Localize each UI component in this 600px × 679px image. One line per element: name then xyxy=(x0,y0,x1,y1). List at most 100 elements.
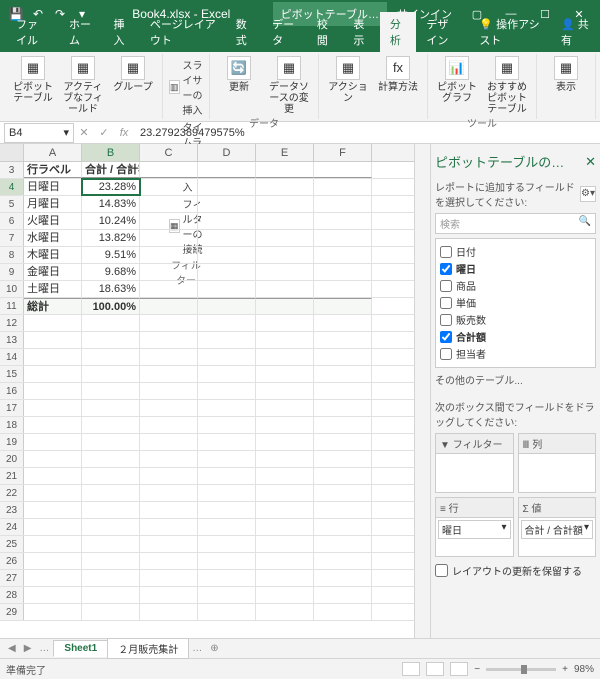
cell[interactable] xyxy=(256,519,314,535)
cell[interactable]: 金曜日 xyxy=(24,264,82,280)
zoom-out-button[interactable]: − xyxy=(474,664,480,675)
row-header[interactable]: 23 xyxy=(0,502,24,518)
row-header[interactable]: 22 xyxy=(0,485,24,501)
cell[interactable] xyxy=(198,604,256,620)
area-item[interactable]: 合計 / 合計額▾ xyxy=(521,520,594,539)
field-item[interactable]: 販売数 xyxy=(440,311,591,328)
field-item[interactable]: 担当者 xyxy=(440,345,591,362)
cell[interactable]: 23.28% xyxy=(82,179,140,195)
row-header[interactable]: 7 xyxy=(0,230,24,246)
cell[interactable] xyxy=(24,451,82,467)
chevron-down-icon[interactable]: ▾ xyxy=(63,126,69,139)
row-header[interactable]: 14 xyxy=(0,349,24,365)
calculations-button[interactable]: fx計算方法 xyxy=(375,56,421,93)
field-search-input[interactable]: 検索 🔍 xyxy=(435,213,596,234)
cell[interactable] xyxy=(24,468,82,484)
cell[interactable] xyxy=(24,400,82,416)
values-area[interactable]: Σ 値 合計 / 合計額▾ xyxy=(518,497,597,557)
tell-me[interactable]: 💡 操作アシスト xyxy=(469,12,551,52)
pivotchart-button[interactable]: 📊ピボットグラフ xyxy=(434,56,480,104)
refresh-button[interactable]: 🔄更新 xyxy=(216,56,262,93)
cell[interactable] xyxy=(140,434,198,450)
cell[interactable] xyxy=(198,519,256,535)
row-header[interactable]: 28 xyxy=(0,587,24,603)
cell[interactable] xyxy=(24,434,82,450)
col-header[interactable]: C xyxy=(140,144,198,161)
cell[interactable] xyxy=(314,451,372,467)
cell[interactable] xyxy=(256,179,314,195)
cell[interactable]: 合計 / 合計額 xyxy=(82,162,140,178)
cell[interactable] xyxy=(140,485,198,501)
filter-area[interactable]: ▼ フィルター xyxy=(435,433,514,493)
tab-data[interactable]: データ xyxy=(262,12,307,52)
cell[interactable] xyxy=(256,485,314,501)
cell[interactable] xyxy=(140,417,198,433)
cell[interactable] xyxy=(314,213,372,229)
row-header[interactable]: 21 xyxy=(0,468,24,484)
cell[interactable] xyxy=(24,502,82,518)
cell[interactable] xyxy=(82,536,140,552)
columns-area[interactable]: Ⅲ 列 xyxy=(518,433,597,493)
cell[interactable] xyxy=(256,570,314,586)
cell[interactable] xyxy=(198,468,256,484)
cell[interactable] xyxy=(140,536,198,552)
cell[interactable] xyxy=(140,196,198,212)
cell[interactable]: 100.00% xyxy=(82,298,140,314)
cell[interactable] xyxy=(198,298,256,314)
normal-view-button[interactable] xyxy=(402,662,420,676)
cell[interactable] xyxy=(140,162,198,178)
cell[interactable] xyxy=(198,247,256,263)
tab-formulas[interactable]: 数式 xyxy=(226,12,262,52)
cell[interactable] xyxy=(24,519,82,535)
cell[interactable] xyxy=(24,366,82,382)
actions-button[interactable]: ▦アクション xyxy=(325,56,371,104)
gear-icon[interactable]: ⚙▾ xyxy=(580,186,596,202)
sheet-nav-prev[interactable]: ◀ xyxy=(4,643,20,654)
cell[interactable] xyxy=(314,485,372,501)
cell[interactable]: 木曜日 xyxy=(24,247,82,263)
cell[interactable] xyxy=(198,570,256,586)
cell[interactable] xyxy=(198,434,256,450)
cell[interactable] xyxy=(82,519,140,535)
more-tables-link[interactable]: その他のテーブル... xyxy=(435,368,596,391)
cell[interactable] xyxy=(256,315,314,331)
cell[interactable] xyxy=(82,502,140,518)
cell[interactable] xyxy=(198,332,256,348)
rows-area[interactable]: ≡ 行 曜日▾ xyxy=(435,497,514,557)
cell[interactable] xyxy=(24,485,82,501)
cell[interactable] xyxy=(82,587,140,603)
cell[interactable] xyxy=(314,519,372,535)
row-header[interactable]: 18 xyxy=(0,417,24,433)
cell[interactable] xyxy=(314,434,372,450)
fx-icon[interactable]: fx xyxy=(114,127,134,139)
field-item[interactable]: 単価 xyxy=(440,294,591,311)
field-item[interactable]: 合計額 xyxy=(440,328,591,345)
cell[interactable] xyxy=(256,417,314,433)
enter-formula-icon[interactable]: ✓ xyxy=(94,126,114,139)
cell[interactable] xyxy=(82,553,140,569)
cell[interactable] xyxy=(82,604,140,620)
cell[interactable] xyxy=(198,349,256,365)
cell[interactable] xyxy=(82,366,140,382)
cell[interactable] xyxy=(198,179,256,195)
cell[interactable] xyxy=(256,502,314,518)
cell[interactable] xyxy=(140,179,198,195)
cell[interactable] xyxy=(24,587,82,603)
field-list[interactable]: 日付曜日商品単価販売数合計額担当者 xyxy=(435,238,596,368)
row-header[interactable]: 17 xyxy=(0,400,24,416)
row-header[interactable]: 9 xyxy=(0,264,24,280)
tab-home[interactable]: ホーム xyxy=(59,12,103,52)
cell[interactable] xyxy=(140,349,198,365)
cell[interactable] xyxy=(198,400,256,416)
row-header[interactable]: 6 xyxy=(0,213,24,229)
cell[interactable]: 日曜日 xyxy=(24,179,82,195)
col-header[interactable]: A xyxy=(24,144,82,161)
cell[interactable] xyxy=(256,230,314,246)
cell[interactable]: 行ラベル▾ xyxy=(24,162,82,178)
cell[interactable] xyxy=(314,553,372,569)
row-header[interactable]: 19 xyxy=(0,434,24,450)
cell[interactable] xyxy=(314,383,372,399)
cell[interactable] xyxy=(256,213,314,229)
cell[interactable] xyxy=(140,298,198,314)
cell[interactable] xyxy=(140,400,198,416)
